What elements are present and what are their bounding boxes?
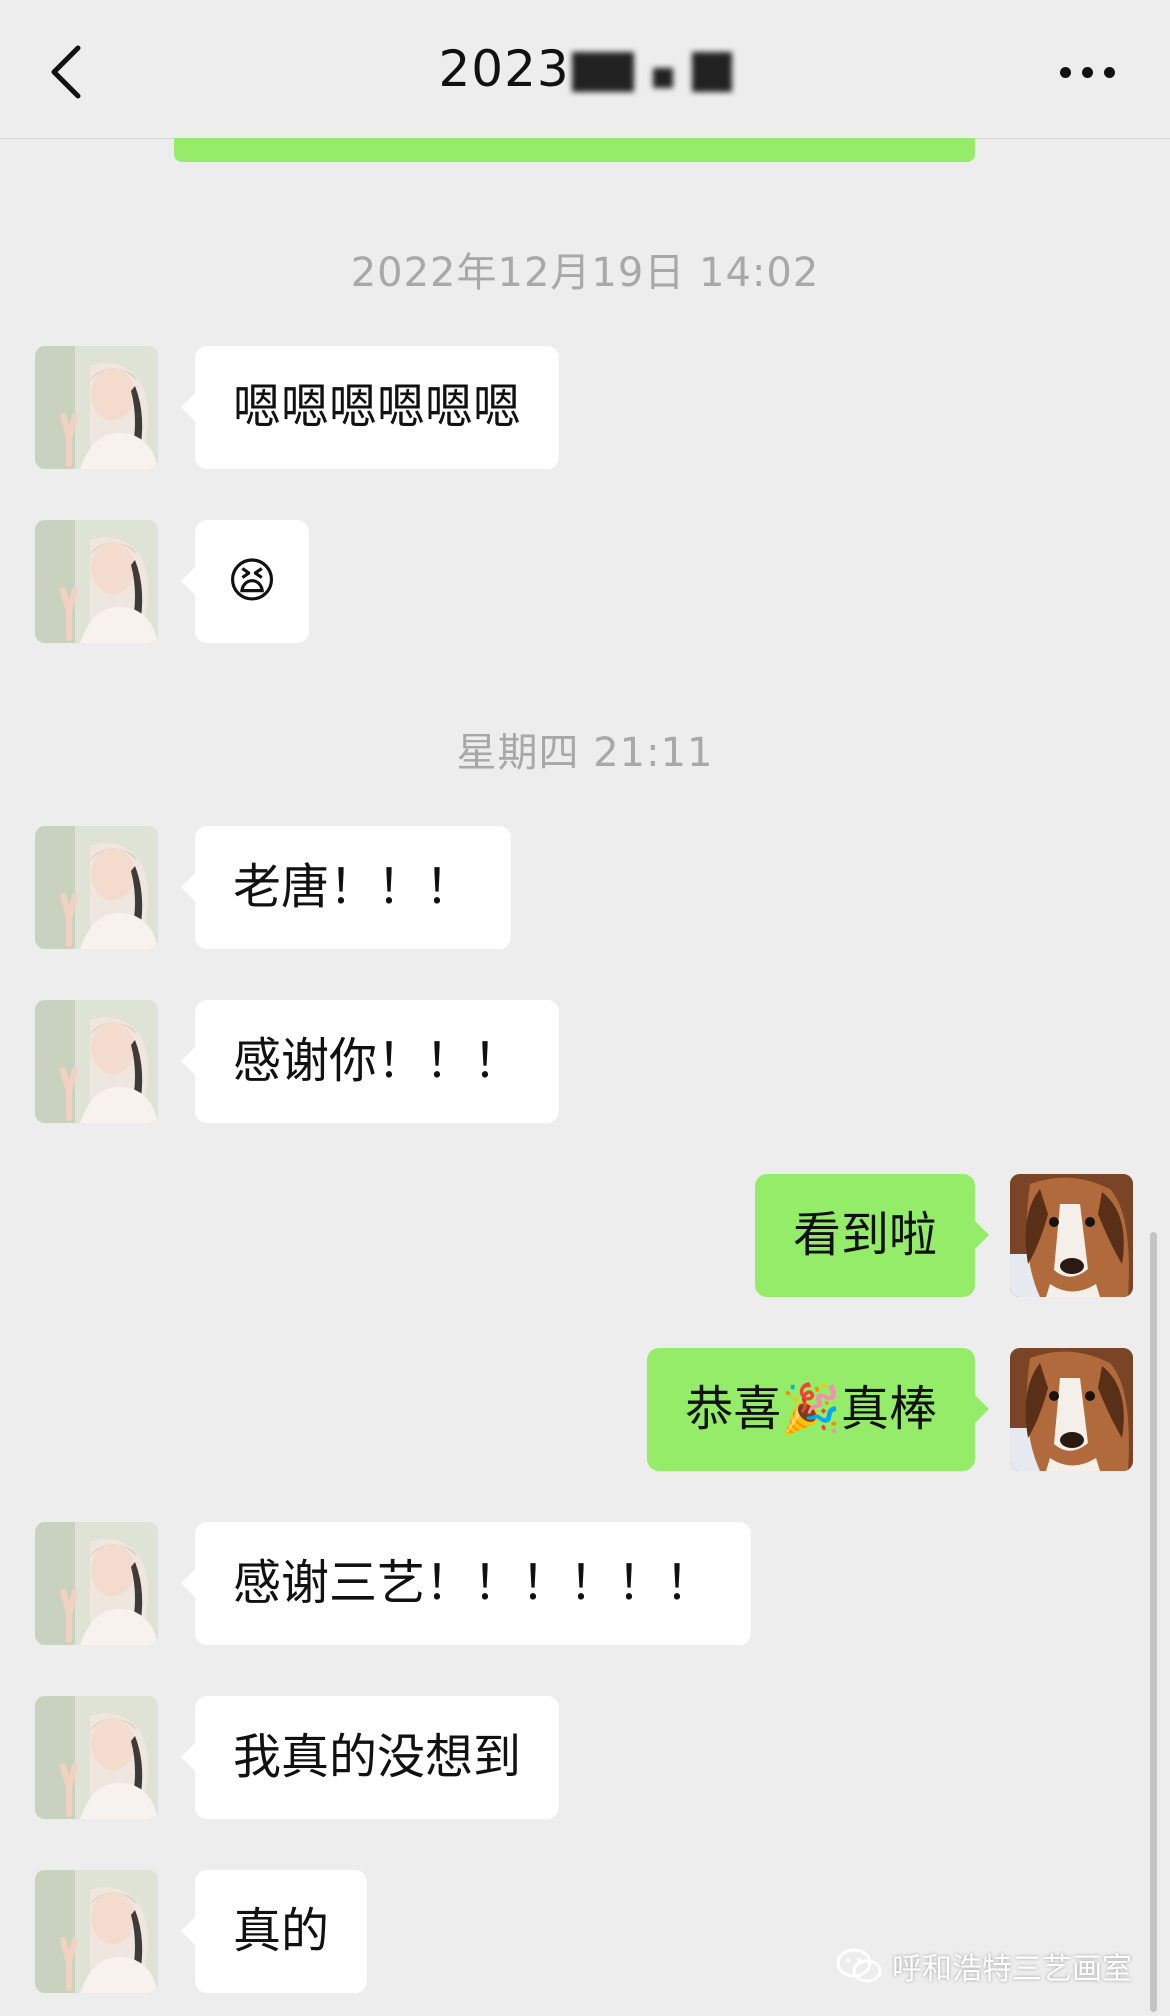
- avatar-contact[interactable]: [35, 346, 158, 469]
- message-bubble[interactable]: 我真的没想到: [180, 1696, 560, 1819]
- message-bubble-self[interactable]: 恭喜🎉真棒: [647, 1348, 989, 1471]
- chat-title-text: 2023: [438, 40, 570, 98]
- scrollbar[interactable]: [1150, 1232, 1157, 2012]
- redacted-block: [652, 68, 673, 88]
- timestamp: 星期四 21:11: [456, 730, 714, 776]
- message-bubble[interactable]: 老唐！！！: [180, 826, 512, 949]
- avatar-contact[interactable]: [35, 826, 158, 949]
- avatar-self[interactable]: [1010, 1174, 1133, 1297]
- more-dots-icon[interactable]: [1058, 58, 1118, 86]
- avatar-contact[interactable]: [35, 520, 158, 643]
- avatar-contact[interactable]: [35, 1000, 158, 1123]
- message-bubble[interactable]: 真的: [180, 1870, 368, 1993]
- chat-title: 2023: [0, 40, 1170, 98]
- watermark: 呼和浩特三艺画室: [836, 1944, 1132, 1988]
- pinned-bubble-edge: [174, 138, 975, 162]
- message-bubble[interactable]: 感谢你！！！: [180, 1000, 560, 1123]
- avatar-contact[interactable]: [35, 1870, 158, 1993]
- message-bubble-emoji[interactable]: 😫: [180, 520, 310, 643]
- timestamp: 2022年12月19日 14:02: [350, 250, 820, 296]
- message-bubble-self[interactable]: 看到啦: [754, 1174, 990, 1297]
- wechat-logo-icon: [836, 1948, 882, 1983]
- chat-header: 2023: [0, 0, 1170, 139]
- avatar-contact[interactable]: [35, 1696, 158, 1819]
- message-bubble[interactable]: 嗯嗯嗯嗯嗯嗯: [180, 346, 560, 469]
- message-bubble[interactable]: 感谢三艺！！！！！！: [180, 1522, 752, 1645]
- avatar-contact[interactable]: [35, 1522, 158, 1645]
- redacted-block: [691, 52, 732, 92]
- watermark-text: 呼和浩特三艺画室: [892, 1952, 1132, 1987]
- redacted-block: [571, 52, 634, 92]
- avatar-self[interactable]: [1010, 1348, 1133, 1471]
